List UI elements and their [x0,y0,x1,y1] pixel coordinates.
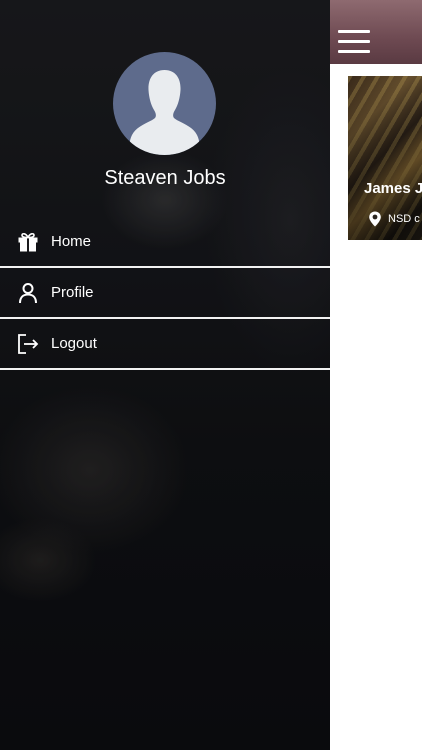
location-pin-icon [369,211,381,227]
listing-card[interactable]: James J NSD c [348,76,422,240]
menu-item-label: Profile [51,284,94,301]
menu-item-profile[interactable]: Profile [0,268,330,319]
menu-toggle-button[interactable] [338,30,370,56]
menu-item-label: Home [51,233,92,250]
navigation-drawer: Steaven Jobs Home Profile Logout [0,0,330,750]
person-icon [17,282,39,304]
gift-icon [17,231,39,253]
menu-item-logout[interactable]: Logout [0,319,330,370]
hamburger-line [338,30,370,33]
card-title: James J [364,180,422,197]
menu-item-label: Logout [51,335,97,352]
drawer-menu: Home Profile Logout [0,217,330,370]
logout-icon [17,333,39,355]
hamburger-line [338,40,370,43]
card-location: NSD c [368,211,420,227]
avatar[interactable] [113,52,216,155]
screen: James J NSD c Steaven Jobs Home Profile … [0,0,422,750]
menu-item-home[interactable]: Home [0,217,330,268]
card-location-text: NSD c [388,213,420,225]
hamburger-line [338,50,370,53]
user-name: Steaven Jobs [104,167,226,189]
person-silhouette-icon [129,70,200,155]
